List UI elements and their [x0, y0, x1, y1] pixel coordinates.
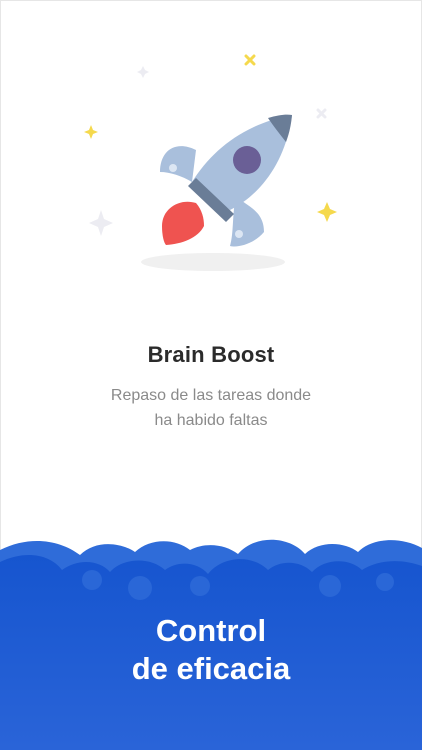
rocket-shadow: [141, 253, 285, 271]
banner-headline: Control de eficacia: [0, 612, 422, 688]
rocket-icon: [160, 114, 292, 247]
feature-description: Repaso de las tareas donde ha habido fal…: [0, 383, 422, 433]
feature-title: Brain Boost: [147, 342, 275, 367]
banner-line2: de eficacia: [131, 651, 291, 686]
cross-sparkle-icon: [244, 54, 256, 66]
feature-description-line1: Repaso de las tareas donde: [110, 387, 312, 404]
rocket-illustration: [84, 54, 337, 271]
banner-line1: Control: [155, 613, 267, 648]
faint-sparkle-icon: [89, 66, 149, 236]
faint-cross-icon: [316, 108, 327, 119]
feature-description-line2: ha habido faltas: [154, 412, 268, 429]
